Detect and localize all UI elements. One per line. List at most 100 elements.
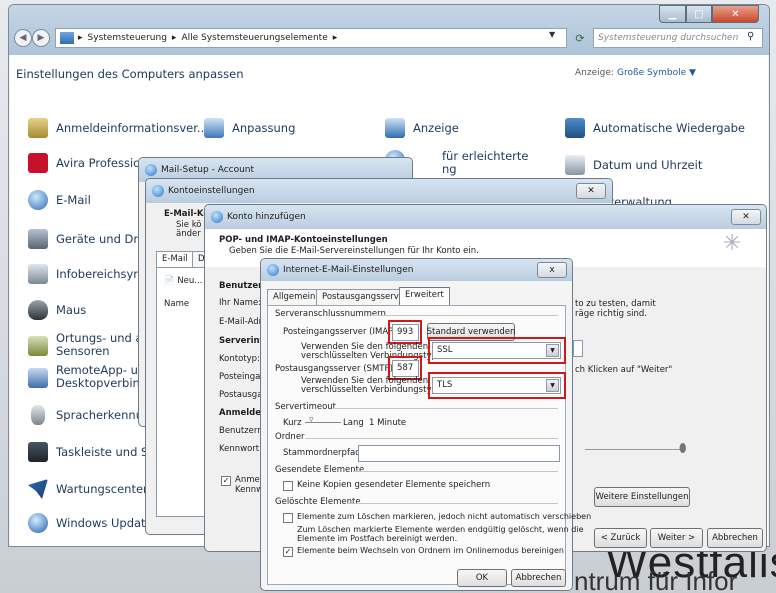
description-text: Geben Sie die E-Mail-Servereinstellungen… [229,246,479,256]
cp-item-devices[interactable]: Geräte und Druc [28,229,152,249]
root-folder-label: Stammordnerpfad: [283,448,364,458]
refresh-icon[interactable]: ⟳ [571,28,589,48]
new-account-button[interactable]: 📄 Neu... [164,276,202,286]
cp-item-label: Datum und Uhrzeit [593,158,703,172]
remember-password-checkbox[interactable]: ✓ [221,476,231,486]
imap-label: Posteingangsserver (IMAP): [283,327,400,337]
cp-item-label: Avira Profession [56,156,148,170]
group-server-timeout: Servertimeout [275,402,336,412]
no-sent-copies-checkbox[interactable] [283,481,293,491]
smtp-port-input[interactable]: 587 [392,360,419,377]
cp-item-remoteapp[interactable]: RemoteApp- und Desktopverbindu [28,364,154,390]
divider [373,315,558,316]
chevron-down-icon[interactable]: ▼ [549,30,555,39]
checkbox-label: Elemente beim Wechseln von Ordnern im On… [297,546,564,555]
mark-for-deletion-checkbox[interactable] [283,513,293,523]
tab-advanced[interactable]: Erweitert [399,287,450,305]
add-account-titlebar: Konto hinzufügen [205,205,766,229]
cp-item-windows-update[interactable]: Windows Update [28,513,153,533]
cp-item-personalization[interactable]: Anpassung [204,118,295,138]
cp-item-autoplay[interactable]: Automatische Wiedergabe [565,118,745,138]
cp-item-mouse[interactable]: Maus [28,300,86,320]
search-icon[interactable]: ⚲ [747,31,754,42]
section-heading: POP- und IMAP-Kontoeinstellungen [219,235,388,245]
dialog-title: Mail-Setup - Account [161,165,255,175]
form-label: Postausgar [219,390,266,400]
column-header-name[interactable]: Name [164,299,189,309]
form-label: E-Mail-Adr [219,317,263,327]
ok-button[interactable]: OK [457,569,507,587]
back-button[interactable]: < Zurück [594,528,647,548]
cp-item-email[interactable]: E-Mail [28,190,91,210]
imap-encryption-select[interactable]: SSL ▼ [432,342,561,359]
timeout-short-label: Kurz [283,418,302,428]
cancel-button[interactable]: Abbrechen [707,528,763,548]
search-input[interactable]: Systemsteuerung durchsuchen [593,28,763,48]
smtp-encryption-select[interactable]: TLS ▼ [432,377,561,394]
section-heading: E-Mail-Ko [164,209,210,219]
cp-item-credentials[interactable]: Anmeldeinformationsver... [28,118,208,138]
timeout-value: 1 Minute [369,418,407,428]
smtp-label: Postausgangsserver (SMTP): [275,364,396,374]
cp-item-avira[interactable]: Avira Profession [28,153,148,173]
slider-thumb-icon[interactable]: ▿ [309,415,314,425]
tab-general[interactable]: Allgemein [267,289,322,305]
close-button[interactable]: ✕ [712,5,759,23]
cp-item-label-group: für erleichterte ng [442,150,529,176]
close-button[interactable]: ✕ [731,209,761,225]
cp-item-date-time[interactable]: Datum und Uhrzeit [565,155,702,175]
cp-item-taskbar[interactable]: Taskleiste und St [28,442,153,462]
breadcrumb-arrow-icon: ▸ [78,33,83,43]
internet-mail-settings-dialog: Internet-E-Mail-Einstellungen x Allgemei… [260,258,591,591]
notification-area-icon [28,264,48,284]
minimize-button[interactable]: ▁ [659,5,686,23]
cp-item-display[interactable]: Anzeige [385,118,459,138]
internet-mail-titlebar: Internet-E-Mail-Einstellungen [261,259,572,281]
cp-item-label: Maus [56,303,87,317]
info-text: Zum Löschen markierte Elemente werden en… [297,525,584,534]
cp-item-label: Anpassung [232,121,296,135]
cp-item-notification-area[interactable]: Infobereichsymb [28,264,152,284]
chevron-down-icon: ▼ [546,344,559,357]
next-button[interactable]: Weiter > [650,528,703,548]
description-text: änder [176,229,201,239]
divider [333,408,558,409]
breadcrumb-item[interactable]: Alle Systemsteuerungselemente [181,33,327,43]
maximize-button[interactable]: □ [686,5,712,23]
group-sent-items: Gesendete Elemente [275,465,365,475]
back-icon[interactable]: ◀ [14,29,32,47]
account-settings-titlebar: Kontoeinstellungen [146,179,612,203]
autoplay-icon [565,118,585,138]
tab-email[interactable]: E-Mail [156,251,194,267]
test-button-edge[interactable] [573,340,583,357]
breadcrumb-arrow-icon: ▸ [332,33,338,43]
group-folders: Ordner [275,432,305,442]
divider [353,471,558,472]
window-controls: ▁ □ ✕ [659,5,767,23]
more-settings-button[interactable]: Weitere Einstellungen [594,487,690,507]
mail-icon [145,164,157,176]
close-button[interactable]: x [537,262,567,278]
display-icon [385,118,405,138]
forward-icon[interactable]: ▶ [32,29,50,47]
cp-item-label: Wartungscenter [56,482,148,496]
purge-online-checkbox[interactable]: ✓ [283,547,293,557]
cp-item-label: Automatische Wiedergabe [593,121,745,135]
cp-item-label: Sensoren [56,344,110,358]
view-selector[interactable]: Große Symbole ▼ [617,68,696,78]
cp-item-location-sensors[interactable]: Ortungs- und ar Sensoren [28,332,147,358]
cp-item-label-group: Ortungs- und ar Sensoren [56,332,147,358]
slider-thumb-icon[interactable]: ⬮ [679,441,687,456]
address-bar[interactable]: ▸ Systemsteuerung ▸ Alle Systemsteuerung… [55,28,567,48]
breadcrumb-item[interactable]: Systemsteuerung [88,33,167,43]
chevron-down-icon: ▼ [546,379,559,392]
select-value: TLS [437,380,453,390]
imap-port-input[interactable]: 993 [392,324,419,341]
cp-item-action-center[interactable]: Wartungscenter [28,479,148,499]
mail-icon [211,211,223,223]
cancel-button[interactable]: Abbrechen [511,569,566,587]
use-default-button[interactable]: Standard verwenden [427,323,515,341]
close-button[interactable]: ✕ [576,183,606,199]
root-folder-input[interactable] [358,445,560,462]
cursor-sparkle-icon: ✳ [723,231,742,256]
